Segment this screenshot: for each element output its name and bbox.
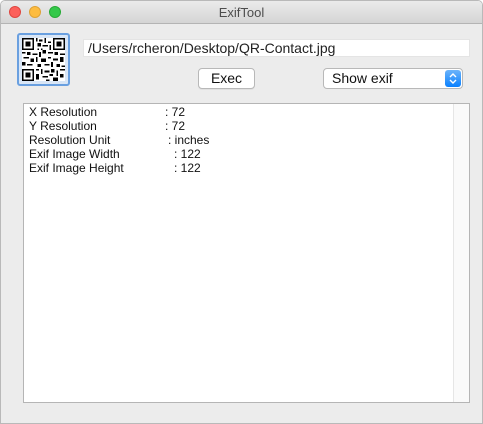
exif-tag-value: : 72 — [165, 105, 186, 119]
exif-tag-name: Exif Image Width — [29, 147, 120, 161]
exec-button[interactable]: Exec — [198, 68, 255, 89]
vertical-scrollbar[interactable] — [453, 104, 469, 402]
mode-select[interactable]: Show exif — [323, 68, 463, 89]
exif-tag-value: : 72 — [165, 119, 186, 133]
exif-tag-value: : 122 — [174, 147, 201, 161]
updown-arrows-icon — [445, 70, 461, 87]
image-thumbnail[interactable] — [17, 33, 70, 86]
exif-output-area[interactable]: X Resolution : 72 Y Resolution : 72 Resoluti… — [23, 103, 470, 403]
exif-tag-name: Resolution Unit — [29, 133, 111, 147]
title-bar[interactable]: ExifTool — [1, 1, 482, 24]
exif-tag-name: Exif Image Height — [29, 161, 124, 175]
exiftool-window: ExifTool /Users/rcheron/Desktop/QR-Conta… — [0, 0, 483, 424]
file-path-field[interactable]: /Users/rcheron/Desktop/QR-Contact.jpg — [83, 39, 470, 57]
exif-tag-name: X Resolution — [29, 105, 98, 119]
exif-tag-value: : inches — [168, 133, 210, 147]
exif-tag-value: : 122 — [174, 161, 201, 175]
qr-code-icon — [22, 38, 65, 81]
exif-tag-name: Y Resolution — [29, 119, 97, 133]
window-title: ExifTool — [218, 5, 265, 20]
mode-select-value: Show exif — [332, 70, 393, 86]
